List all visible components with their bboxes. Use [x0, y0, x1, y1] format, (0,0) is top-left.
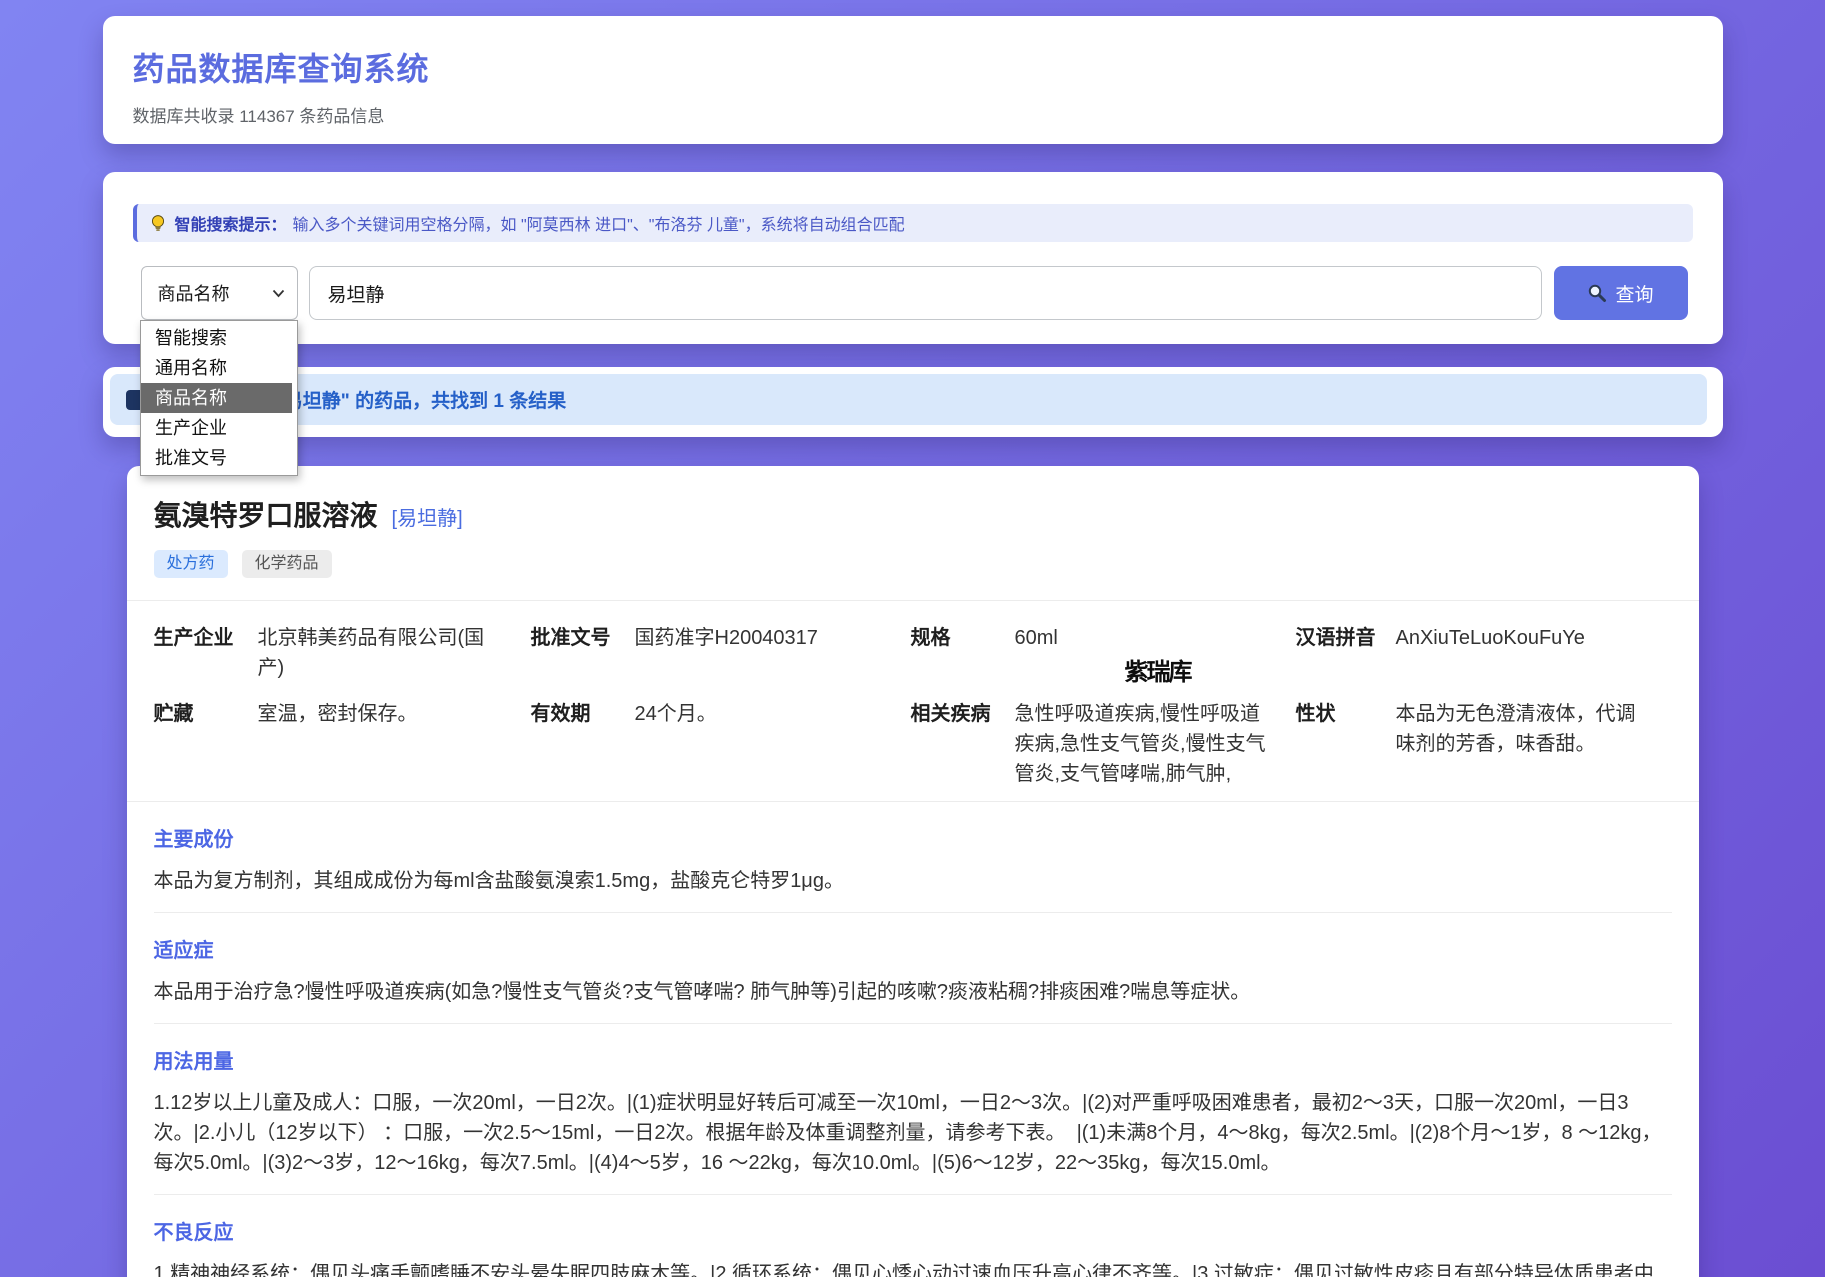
section-dosage: 用法用量 1.12岁以上儿童及成人：口服，一次20ml，一日2次。|(1)症状明…: [127, 1050, 1699, 1195]
search-button-label: 查询: [1615, 280, 1653, 307]
divider: [127, 801, 1699, 802]
header-card: 药品数据库查询系统 数据库共收录 114367 条药品信息: [103, 16, 1723, 144]
section-title-ingredients: 主要成份: [154, 828, 1672, 852]
lightbulb-icon: [149, 214, 167, 232]
chevron-down-icon: [272, 289, 285, 298]
tag-prescription: 处方药: [154, 550, 228, 578]
info-value-diseases: 急性呼吸道疾病,慢性呼吸道疾病,急性支气管炎,慢性支气管炎,支气管哮喘,肺气肿,: [1015, 699, 1296, 789]
info-label-pinyin: 汉语拼音: [1296, 623, 1396, 683]
drug-detail-card: 紫瑞库 氨溴特罗口服溶液 [易坦静] 处方药 化学药品 生产企业 北京韩美药品有…: [127, 466, 1699, 1277]
info-label-spec: 规格: [911, 623, 1015, 683]
section-text-adverse: 1.精神神经系统：偶见头痛手颤嗜睡不安头晕失眠四肢麻木等。|2.循环系统：偶见心…: [154, 1259, 1672, 1277]
info-value-pinyin: AnXiuTeLuoKouFuYe: [1396, 623, 1672, 683]
divider: [154, 1023, 1672, 1024]
divider: [154, 1194, 1672, 1195]
app-background: 药品数据库查询系统 数据库共收录 114367 条药品信息 智能搜索提示： 输入…: [0, 0, 1825, 1277]
search-card: 智能搜索提示： 输入多个关键词用空格分隔，如 "阿莫西林 进口"、"布洛芬 儿童…: [103, 172, 1723, 344]
search-type-select[interactable]: 商品名称: [141, 266, 298, 320]
info-value-character: 本品为无色澄清液体，代调味剂的芳香，味香甜。: [1396, 699, 1672, 789]
watermark: 紫瑞库: [1125, 652, 1191, 687]
info-value-manufacturer: 北京韩美药品有限公司(国产): [258, 623, 531, 683]
dropdown-option-approval-number[interactable]: 批准文号: [141, 443, 292, 473]
adverse-segment-underlined: 过速血压升高: [952, 1263, 1072, 1277]
section-text-dosage: 1.12岁以上儿童及成人：口服，一次20ml，一日2次。|(1)症状明显好转后可…: [154, 1088, 1672, 1178]
magnifier-icon: [1587, 283, 1607, 303]
result-alert: 商品名称包含 "易坦静" 的药品，共找到 1 条结果: [110, 374, 1707, 425]
info-label-character: 性状: [1296, 699, 1396, 789]
info-label-diseases: 相关疾病: [911, 699, 1015, 789]
info-label-manufacturer: 生产企业: [154, 623, 258, 683]
tip-label: 智能搜索提示：: [175, 211, 287, 235]
tip-text: 输入多个关键词用空格分隔，如 "阿莫西林 进口"、"布洛芬 儿童"，系统将自动组…: [293, 211, 905, 235]
smart-search-tip: 智能搜索提示： 输入多个关键词用空格分隔，如 "阿莫西林 进口"、"布洛芬 儿童…: [133, 204, 1693, 242]
section-title-adverse: 不良反应: [154, 1221, 1672, 1245]
search-type-value: 商品名称: [158, 280, 230, 306]
info-value-approval: 国药准字H20040317: [635, 623, 911, 683]
result-message-card: 商品名称包含 "易坦静" 的药品，共找到 1 条结果: [103, 367, 1723, 437]
search-row: 商品名称 查询: [141, 266, 1693, 320]
section-text-indications: 本品用于治疗急?慢性呼吸道疾病(如急?慢性支气管炎?支气管哮喘? 肺气肿等)引起…: [154, 977, 1672, 1007]
section-text-ingredients: 本品为复方制剂，其组成成份为每ml含盐酸氨溴索1.5mg，盐酸克仑特罗1μg。: [154, 866, 1672, 896]
section-title-dosage: 用法用量: [154, 1050, 1672, 1074]
drug-name: 氨溴特罗口服溶液: [154, 494, 378, 534]
search-type-dropdown: 智能搜索 通用名称 商品名称 生产企业 批准文号: [140, 320, 298, 476]
dropdown-option-generic-name[interactable]: 通用名称: [141, 353, 292, 383]
drug-trade-name-link[interactable]: [易坦静]: [392, 502, 463, 531]
section-title-indications: 适应症: [154, 939, 1672, 963]
dropdown-option-manufacturer[interactable]: 生产企业: [141, 413, 292, 443]
search-input[interactable]: [309, 266, 1542, 320]
dropdown-option-trade-name[interactable]: 商品名称: [141, 383, 292, 413]
adverse-segment-underlined: 过敏性皮疹: [1334, 1263, 1434, 1277]
database-count-subtitle: 数据库共收录 114367 条药品信息: [133, 102, 1693, 127]
search-button[interactable]: 查询: [1554, 266, 1688, 320]
section-adverse: 不良反应 1.精神神经系统：偶见头痛手颤嗜睡不安头晕失眠四肢麻木等。|2.循环系…: [127, 1221, 1699, 1277]
drug-header: 氨溴特罗口服溶液 [易坦静] 处方药 化学药品: [127, 494, 1699, 578]
drug-info-grid: 生产企业 北京韩美药品有限公司(国产) 批准文号 国药准字H20040317 规…: [127, 601, 1699, 801]
dropdown-option-smart[interactable]: 智能搜索: [141, 323, 292, 353]
tag-chemical: 化学药品: [242, 550, 332, 578]
info-label-validity: 有效期: [531, 699, 635, 789]
info-value-storage: 室温，密封保存。: [258, 699, 531, 789]
adverse-segment: 1.精神神经系统：偶见头痛手颤嗜睡不安头晕失眠四肢麻木等。|2.循环系统：偶见心…: [154, 1263, 953, 1277]
info-label-storage: 贮藏: [154, 699, 258, 789]
info-value-validity: 24个月。: [635, 699, 911, 789]
adverse-segment: 心律不齐等。|3.过敏症：偶见: [1072, 1263, 1334, 1277]
info-label-approval: 批准文号: [531, 623, 635, 683]
page-title: 药品数据库查询系统: [133, 44, 1693, 90]
section-ingredients: 主要成份 本品为复方制剂，其组成成份为每ml含盐酸氨溴索1.5mg，盐酸克仑特罗…: [127, 828, 1699, 913]
section-indications: 适应症 本品用于治疗急?慢性呼吸道疾病(如急?慢性支气管炎?支气管哮喘? 肺气肿…: [127, 939, 1699, 1024]
divider: [154, 912, 1672, 913]
